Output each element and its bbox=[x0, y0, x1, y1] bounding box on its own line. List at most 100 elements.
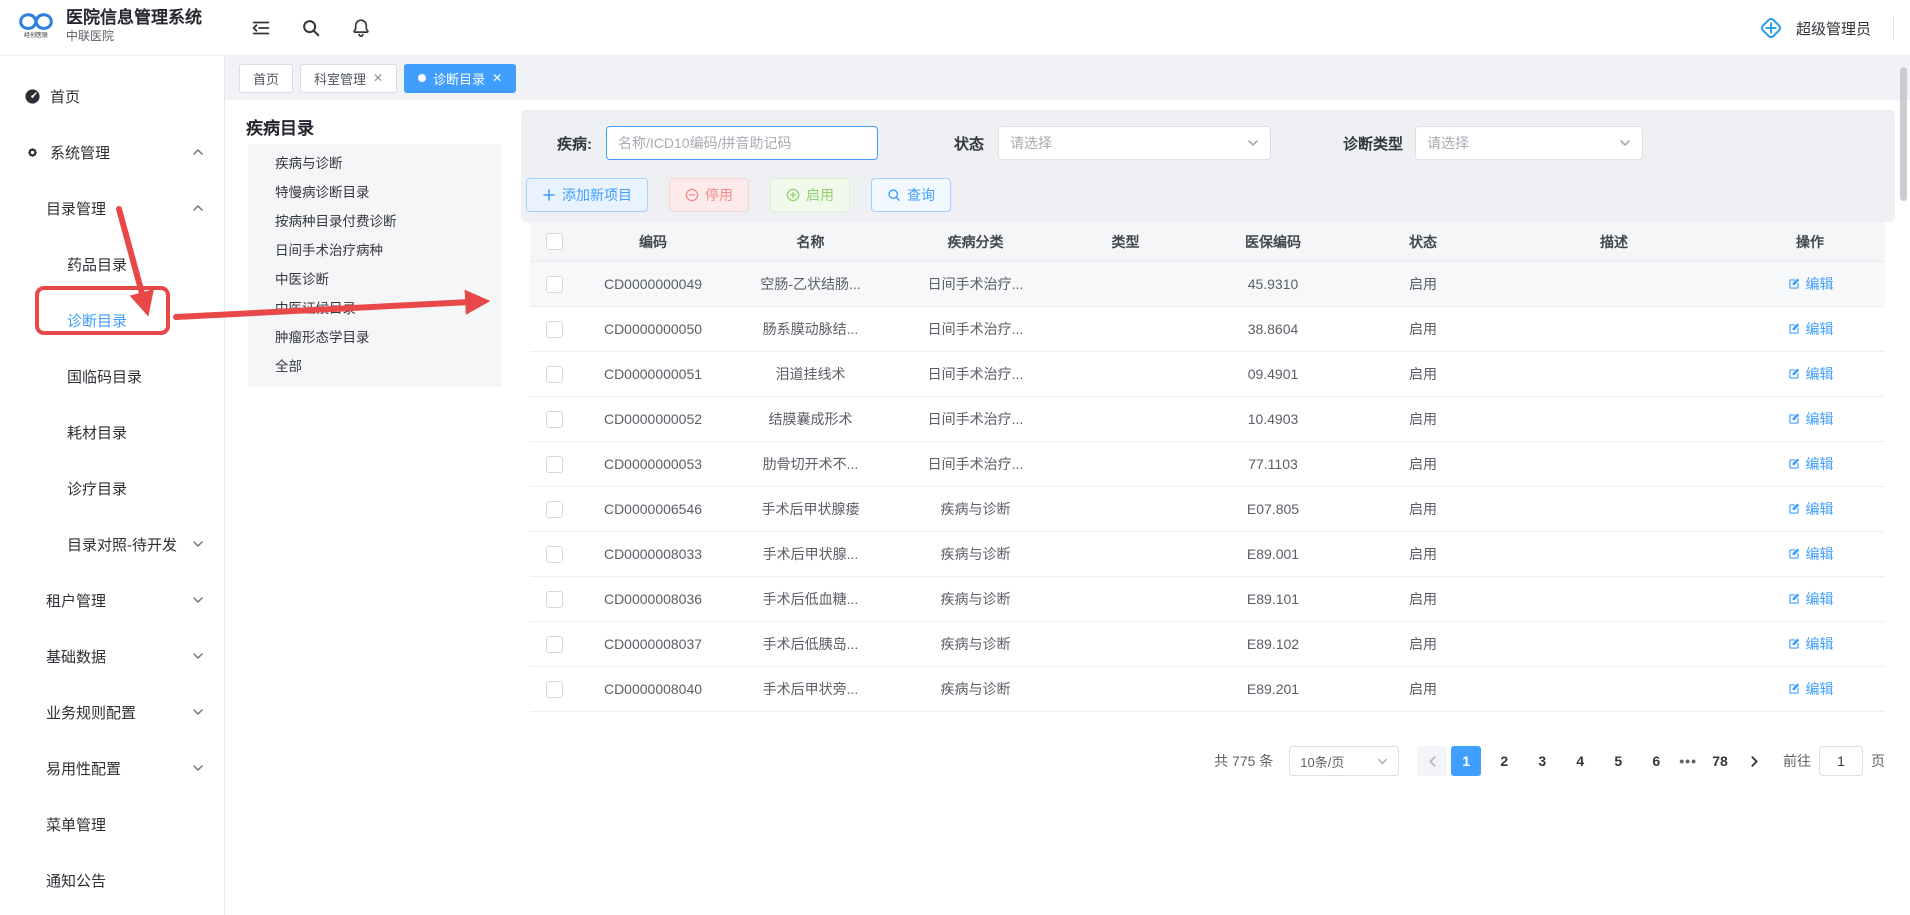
cell-insurance-code: 09.4901 bbox=[1193, 366, 1353, 382]
sidebar-item-tenant-management[interactable]: 租户管理 bbox=[0, 572, 224, 628]
cell-status: 启用 bbox=[1353, 319, 1493, 339]
submenu-item[interactable]: 全部 bbox=[248, 352, 502, 381]
submenu-item[interactable]: 中医诊断 bbox=[248, 265, 502, 294]
disable-button[interactable]: 停用 bbox=[669, 178, 749, 212]
sidebar-item-system-management[interactable]: 系统管理 bbox=[0, 124, 224, 180]
page-number-3[interactable]: 3 bbox=[1527, 746, 1557, 776]
row-checkbox[interactable] bbox=[546, 456, 563, 473]
select-all-checkbox[interactable] bbox=[546, 233, 563, 250]
sidebar-item-label: 基础数据 bbox=[46, 646, 106, 667]
submenu-title: 疾病目录 bbox=[246, 114, 314, 139]
query-button[interactable]: 查询 bbox=[871, 178, 951, 212]
row-checkbox[interactable] bbox=[546, 366, 563, 383]
cell-category: 疾病与诊断 bbox=[893, 634, 1058, 654]
prev-page-button[interactable] bbox=[1417, 746, 1447, 776]
edit-button[interactable]: 编辑 bbox=[1735, 409, 1885, 429]
sidebar-item-home[interactable]: 首页 bbox=[0, 68, 224, 124]
chevron-up-icon bbox=[192, 202, 204, 214]
tab-diagnosis-catalog[interactable]: 诊断目录✕ bbox=[404, 64, 516, 93]
sidebar-item-usability-config[interactable]: 易用性配置 bbox=[0, 740, 224, 796]
add-item-button[interactable]: 添加新项目 bbox=[526, 178, 648, 212]
collapse-menu-icon[interactable] bbox=[250, 17, 272, 39]
enable-button[interactable]: 启用 bbox=[770, 178, 850, 212]
page-number-4[interactable]: 4 bbox=[1565, 746, 1595, 776]
sidebar-item-business-rules[interactable]: 业务规则配置 bbox=[0, 684, 224, 740]
sidebar-item-national-code-catalog[interactable]: 国临码目录 bbox=[0, 348, 224, 404]
row-checkbox[interactable] bbox=[546, 276, 563, 293]
page-number-78[interactable]: 78 bbox=[1705, 746, 1735, 776]
tab-department-management[interactable]: 科室管理✕ bbox=[300, 64, 397, 93]
sidebar-item-treatment-catalog[interactable]: 诊疗目录 bbox=[0, 460, 224, 516]
close-tab-icon[interactable]: ✕ bbox=[492, 72, 502, 84]
row-checkbox[interactable] bbox=[546, 636, 563, 653]
goto-page-input[interactable] bbox=[1819, 746, 1863, 776]
sidebar-item-consumables-catalog[interactable]: 耗材目录 bbox=[0, 404, 224, 460]
edit-button[interactable]: 编辑 bbox=[1735, 499, 1885, 519]
edit-button[interactable]: 编辑 bbox=[1735, 679, 1885, 699]
table-row: CD0000006546手术后甲状腺瘘疾病与诊断E07.805启用编辑 bbox=[530, 487, 1885, 532]
pager-ellipsis[interactable]: ••• bbox=[1679, 753, 1697, 769]
cell-category: 日间手术治疗... bbox=[893, 319, 1058, 339]
submenu-item[interactable]: 日间手术治疗病种 bbox=[248, 236, 502, 265]
submenu-item[interactable]: 中医证候目录 bbox=[248, 294, 502, 323]
sidebar-item-basic-data[interactable]: 基础数据 bbox=[0, 628, 224, 684]
open-tabs-bar: 首页科室管理✕诊断目录✕ bbox=[225, 56, 1910, 100]
chevron-down-icon bbox=[1247, 137, 1259, 149]
edit-label: 编辑 bbox=[1806, 499, 1834, 519]
disease-search-input[interactable] bbox=[606, 126, 878, 160]
page-number-6[interactable]: 6 bbox=[1641, 746, 1671, 776]
chevron-down-icon bbox=[192, 706, 204, 718]
sidebar-item-catalog-management[interactable]: 目录管理 bbox=[0, 180, 224, 236]
submenu-item[interactable]: 特慢病诊断目录 bbox=[248, 178, 502, 207]
cell-code: CD0000000049 bbox=[578, 276, 728, 292]
diagnosis-type-select[interactable]: 请选择 bbox=[1415, 126, 1643, 160]
edit-icon bbox=[1787, 277, 1801, 291]
vertical-scrollbar-thumb[interactable] bbox=[1900, 67, 1907, 201]
filter-panel: 疾病: 状态 请选择 诊断类型 请选择 添 bbox=[521, 110, 1895, 222]
search-icon[interactable] bbox=[300, 17, 322, 39]
row-checkbox[interactable] bbox=[546, 681, 563, 698]
sidebar-item-notice[interactable]: 通知公告 bbox=[0, 852, 224, 908]
sidebar-item-label: 目录管理 bbox=[46, 198, 106, 219]
submenu-item[interactable]: 疾病与诊断 bbox=[248, 149, 502, 178]
edit-button[interactable]: 编辑 bbox=[1735, 319, 1885, 339]
cell-insurance-code: E89.102 bbox=[1193, 636, 1353, 652]
table-header-row: 编码名称疾病分类类型医保编码状态描述操作 bbox=[530, 222, 1885, 262]
row-checkbox[interactable] bbox=[546, 411, 563, 428]
page-number-2[interactable]: 2 bbox=[1489, 746, 1519, 776]
edit-icon bbox=[1787, 682, 1801, 696]
close-tab-icon[interactable]: ✕ bbox=[373, 72, 383, 84]
row-checkbox[interactable] bbox=[546, 591, 563, 608]
bell-icon[interactable] bbox=[350, 17, 372, 39]
page-number-5[interactable]: 5 bbox=[1603, 746, 1633, 776]
submenu-item[interactable]: 按病种目录付费诊断 bbox=[248, 207, 502, 236]
table-row: CD0000000049空肠-乙状结肠...日间手术治疗...45.9310启用… bbox=[530, 262, 1885, 307]
edit-button[interactable]: 编辑 bbox=[1735, 634, 1885, 654]
edit-icon bbox=[1787, 637, 1801, 651]
edit-label: 编辑 bbox=[1806, 274, 1834, 294]
sidebar-item-drug-catalog[interactable]: 药品目录 bbox=[0, 236, 224, 292]
sidebar-item-diagnosis-catalog[interactable]: 诊断目录 bbox=[0, 292, 224, 348]
page-number-1[interactable]: 1 bbox=[1451, 746, 1481, 776]
current-user[interactable]: 超级管理员 bbox=[1796, 18, 1871, 39]
edit-button[interactable]: 编辑 bbox=[1735, 589, 1885, 609]
sidebar-item-label: 药品目录 bbox=[67, 254, 127, 275]
row-checkbox[interactable] bbox=[546, 321, 563, 338]
next-page-button[interactable] bbox=[1739, 746, 1769, 776]
edit-button[interactable]: 编辑 bbox=[1735, 364, 1885, 384]
tab-home[interactable]: 首页 bbox=[239, 64, 293, 93]
row-checkbox[interactable] bbox=[546, 501, 563, 518]
submenu-item[interactable]: 肿瘤形态学目录 bbox=[248, 323, 502, 352]
edit-button[interactable]: 编辑 bbox=[1735, 544, 1885, 564]
column-header: 疾病分类 bbox=[893, 232, 1058, 252]
row-checkbox[interactable] bbox=[546, 546, 563, 563]
status-select[interactable]: 请选择 bbox=[998, 126, 1271, 160]
cell-code: CD0000000051 bbox=[578, 366, 728, 382]
medical-cross-icon[interactable] bbox=[1758, 15, 1784, 41]
sidebar-item-catalog-mapping[interactable]: 目录对照-待开发 bbox=[0, 516, 224, 572]
page-size-select[interactable]: 10条/页 bbox=[1289, 746, 1399, 776]
sidebar-item-menu-management[interactable]: 菜单管理 bbox=[0, 796, 224, 852]
edit-button[interactable]: 编辑 bbox=[1735, 454, 1885, 474]
edit-button[interactable]: 编辑 bbox=[1735, 274, 1885, 294]
status-filter-label: 状态 bbox=[954, 133, 984, 154]
